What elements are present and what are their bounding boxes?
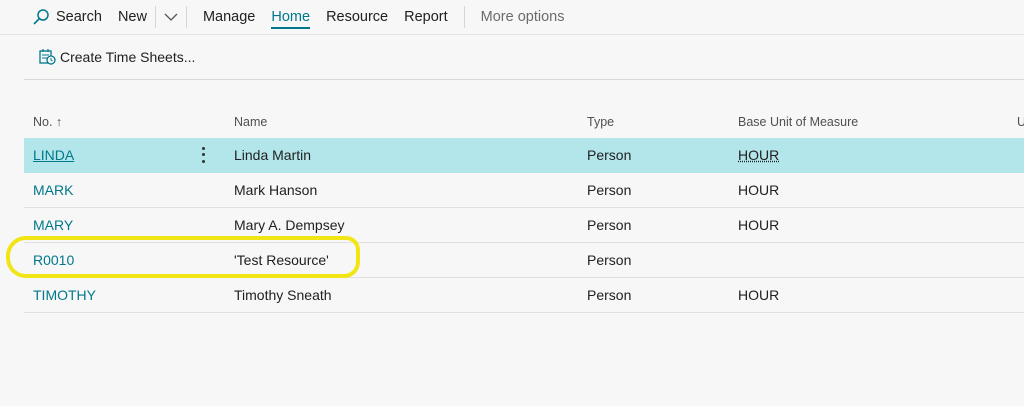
table-row[interactable]: MARY Mary A. Dempsey Person HOUR xyxy=(24,208,1024,243)
resource-no-link[interactable]: MARK xyxy=(33,182,73,198)
report-label: Report xyxy=(404,9,448,25)
resource-tab[interactable]: Resource xyxy=(318,0,396,34)
resource-name: Linda Martin xyxy=(234,147,312,163)
resource-base-unit: HOUR xyxy=(738,217,780,233)
new-label: New xyxy=(117,9,147,25)
resource-name: Timothy Sneath xyxy=(234,287,332,303)
new-dropdown-button[interactable] xyxy=(156,0,186,34)
more-options-label: More options xyxy=(480,9,565,25)
resource-type: Person xyxy=(587,287,632,303)
more-options-button[interactable]: More options xyxy=(465,0,573,34)
resource-no-link[interactable]: TIMOTHY xyxy=(33,287,96,303)
column-header-unit-cut[interactable]: U xyxy=(1017,115,1024,129)
table-row[interactable]: R0010 'Test Resource' Person xyxy=(24,243,1024,278)
new-button[interactable]: New xyxy=(110,0,155,34)
resource-type: Person xyxy=(587,182,632,198)
column-header-name[interactable]: Name xyxy=(234,115,267,129)
resource-type: Person xyxy=(587,147,632,163)
command-bar: Search New Manage Home Resource Report M… xyxy=(0,0,1024,35)
home-tab[interactable]: Home xyxy=(263,0,318,34)
resource-name: Mary A. Dempsey xyxy=(234,217,345,233)
column-header-type[interactable]: Type xyxy=(587,115,614,129)
resource-base-unit: HOUR xyxy=(738,182,780,198)
report-tab[interactable]: Report xyxy=(396,0,456,34)
resource-base-unit: HOUR xyxy=(738,287,780,303)
resource-type: Person xyxy=(587,217,632,233)
manage-label: Manage xyxy=(202,9,256,25)
create-time-sheets-label: Create Time Sheets... xyxy=(60,49,196,65)
chevron-down-icon xyxy=(164,13,178,21)
row-actions-icon[interactable] xyxy=(198,145,208,165)
resource-no-link[interactable]: LINDA xyxy=(33,147,74,163)
resource-base-unit[interactable]: HOUR xyxy=(738,147,779,163)
column-header-base-unit[interactable]: Base Unit of Measure xyxy=(738,115,858,129)
time-sheet-icon xyxy=(39,49,56,65)
resource-name: 'Test Resource' xyxy=(234,252,329,268)
resource-name: Mark Hanson xyxy=(234,182,318,198)
table-row[interactable]: LINDA Linda Martin Person HOUR xyxy=(24,138,1024,173)
resource-type: Person xyxy=(587,252,632,268)
create-time-sheets-button[interactable]: Create Time Sheets... xyxy=(24,48,195,66)
column-header-no[interactable]: No. ↑ xyxy=(33,115,62,129)
search-label: Search xyxy=(56,9,102,25)
action-bar: Create Time Sheets... xyxy=(24,35,1024,80)
table-row[interactable]: MARK Mark Hanson Person HOUR xyxy=(24,173,1024,208)
resource-no-link[interactable]: R0010 xyxy=(33,252,74,268)
table-row[interactable]: TIMOTHY Timothy Sneath Person HOUR xyxy=(24,278,1024,313)
resource-label: Resource xyxy=(326,9,389,25)
search-icon xyxy=(33,9,49,25)
search-button[interactable]: Search xyxy=(0,0,110,34)
resource-no-link[interactable]: MARY xyxy=(33,217,73,233)
column-header-row: No. ↑ Name Type Base Unit of Measure U xyxy=(24,105,1024,138)
resource-list: No. ↑ Name Type Base Unit of Measure U L… xyxy=(24,105,1024,313)
manage-tab[interactable]: Manage xyxy=(187,0,263,34)
home-label: Home xyxy=(271,9,311,25)
